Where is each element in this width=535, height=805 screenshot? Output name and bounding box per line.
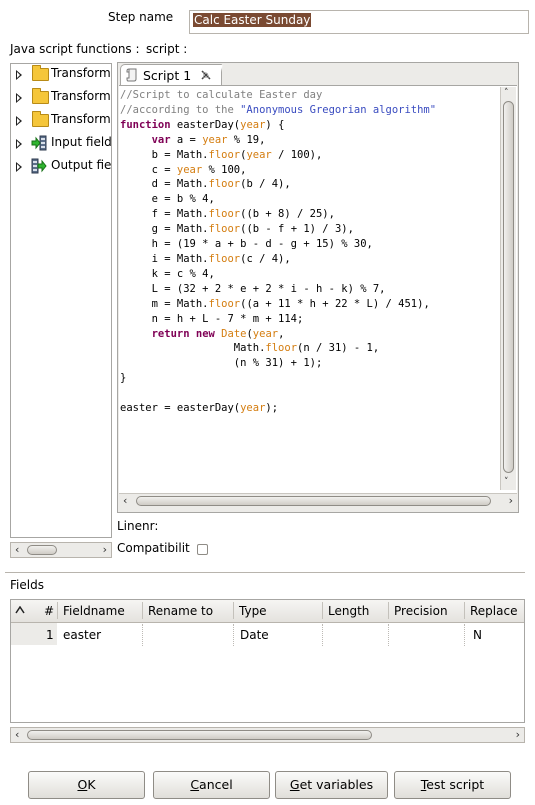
scroll-left-icon[interactable]: ‹ [15, 544, 19, 556]
tree-item-label: Output fie [51, 158, 112, 172]
expand-icon[interactable] [16, 139, 22, 149]
fields-hscrollbar[interactable]: ‹ › [10, 727, 525, 743]
sort-up-icon[interactable] [15, 606, 25, 614]
col-header-precision[interactable]: Precision [394, 604, 448, 618]
col-header-rename[interactable]: Rename to [148, 604, 213, 618]
col-header-type[interactable]: Type [239, 604, 267, 618]
input-fields-icon [31, 135, 47, 151]
col-divider [464, 602, 465, 619]
folder-icon [32, 88, 49, 104]
functions-label: Java script functions : [10, 42, 140, 56]
scroll-down-icon[interactable]: ˅ [504, 476, 509, 488]
tree-item-input-fields[interactable]: Input field [11, 133, 111, 153]
scroll-thumb[interactable] [136, 496, 491, 506]
tree-item-output-fields[interactable]: Output fie [11, 156, 111, 176]
scroll-right-icon[interactable]: › [516, 729, 520, 741]
output-fields-icon [31, 158, 47, 174]
folder-icon [32, 65, 49, 81]
scroll-thumb[interactable] [27, 545, 57, 555]
cell-divider [464, 624, 465, 646]
script-code[interactable]: //Script to calculate Easter day //accor… [120, 88, 436, 416]
col-divider [142, 602, 143, 619]
close-icon[interactable] [201, 70, 211, 80]
tree-item-transform-2[interactable]: Transform [11, 87, 111, 107]
cell-fieldname[interactable]: easter [63, 628, 101, 642]
cell-divider [388, 624, 389, 646]
tab-script-1[interactable]: Script 1 [120, 64, 222, 85]
col-divider [233, 602, 234, 619]
cell-type[interactable]: Date [240, 628, 269, 642]
tree-item-label: Transform [51, 112, 111, 126]
col-header-length[interactable]: Length [328, 604, 369, 618]
editor-hscrollbar[interactable]: ‹ › [119, 493, 517, 509]
cell-replace[interactable]: N [473, 628, 482, 642]
fields-label: Fields [10, 578, 44, 592]
cell-divider [142, 624, 143, 646]
script-icon [126, 68, 137, 82]
editor-vscrollbar[interactable]: ˄ ˅ [500, 87, 516, 490]
compatibility-checkbox[interactable] [197, 544, 208, 555]
expand-icon[interactable] [16, 70, 22, 80]
fields-table[interactable]: # Fieldname Rename to Type Length Precis… [10, 599, 525, 723]
cancel-button[interactable]: Cancel [153, 771, 270, 799]
col-header-replace[interactable]: Replace [470, 604, 517, 618]
expand-icon[interactable] [16, 162, 22, 172]
scroll-right-icon[interactable]: › [103, 544, 107, 556]
scroll-thumb[interactable] [27, 730, 372, 740]
get-variables-button[interactable]: Get variables [275, 771, 388, 799]
col-header-num[interactable]: # [44, 604, 54, 618]
col-divider [388, 602, 389, 619]
cell-divider [322, 624, 323, 646]
col-divider [57, 602, 58, 619]
expand-icon[interactable] [16, 93, 22, 103]
separator [5, 572, 525, 574]
functions-tree[interactable]: Transform Transform Transform Input fiel… [10, 63, 112, 538]
tree-item-label: Transform [51, 66, 111, 80]
tree-item-transform-1[interactable]: Transform [11, 64, 111, 84]
folder-icon [32, 111, 49, 127]
script-label: script : [146, 42, 188, 56]
scroll-left-icon[interactable]: ‹ [15, 729, 19, 741]
tree-item-label: Input field [51, 135, 112, 149]
step-name-value: Calc Easter Sunday [193, 13, 312, 27]
tree-item-transform-3[interactable]: Transform [11, 110, 111, 130]
step-name-input[interactable]: Calc Easter Sunday [189, 10, 529, 34]
table-header: # Fieldname Rename to Type Length Precis… [11, 600, 524, 623]
col-header-fieldname[interactable]: Fieldname [63, 604, 125, 618]
col-divider [322, 602, 323, 619]
scroll-up-icon[interactable]: ˄ [504, 87, 509, 99]
step-name-label: Step name [108, 10, 174, 24]
expand-icon[interactable] [16, 116, 22, 126]
cell-divider [233, 624, 234, 646]
scroll-thumb[interactable] [503, 101, 514, 473]
code-area[interactable]: //Script to calculate Easter day //accor… [119, 85, 517, 494]
tree-item-label: Transform [51, 89, 111, 103]
tree-hscrollbar[interactable]: ‹ › [10, 542, 112, 558]
compat-label: Compatibilit [117, 541, 190, 555]
ok-button[interactable]: OK [28, 771, 145, 799]
linenr-label: Linenr: [117, 519, 159, 533]
scroll-right-icon[interactable]: › [509, 495, 513, 507]
scroll-left-icon[interactable]: ‹ [123, 495, 127, 507]
row-number: 1 [46, 628, 54, 642]
tab-label: Script 1 [143, 68, 192, 83]
script-editor[interactable]: Script 1 //Script to calculate Easter da… [117, 62, 519, 513]
test-script-button[interactable]: Test script [394, 771, 511, 799]
